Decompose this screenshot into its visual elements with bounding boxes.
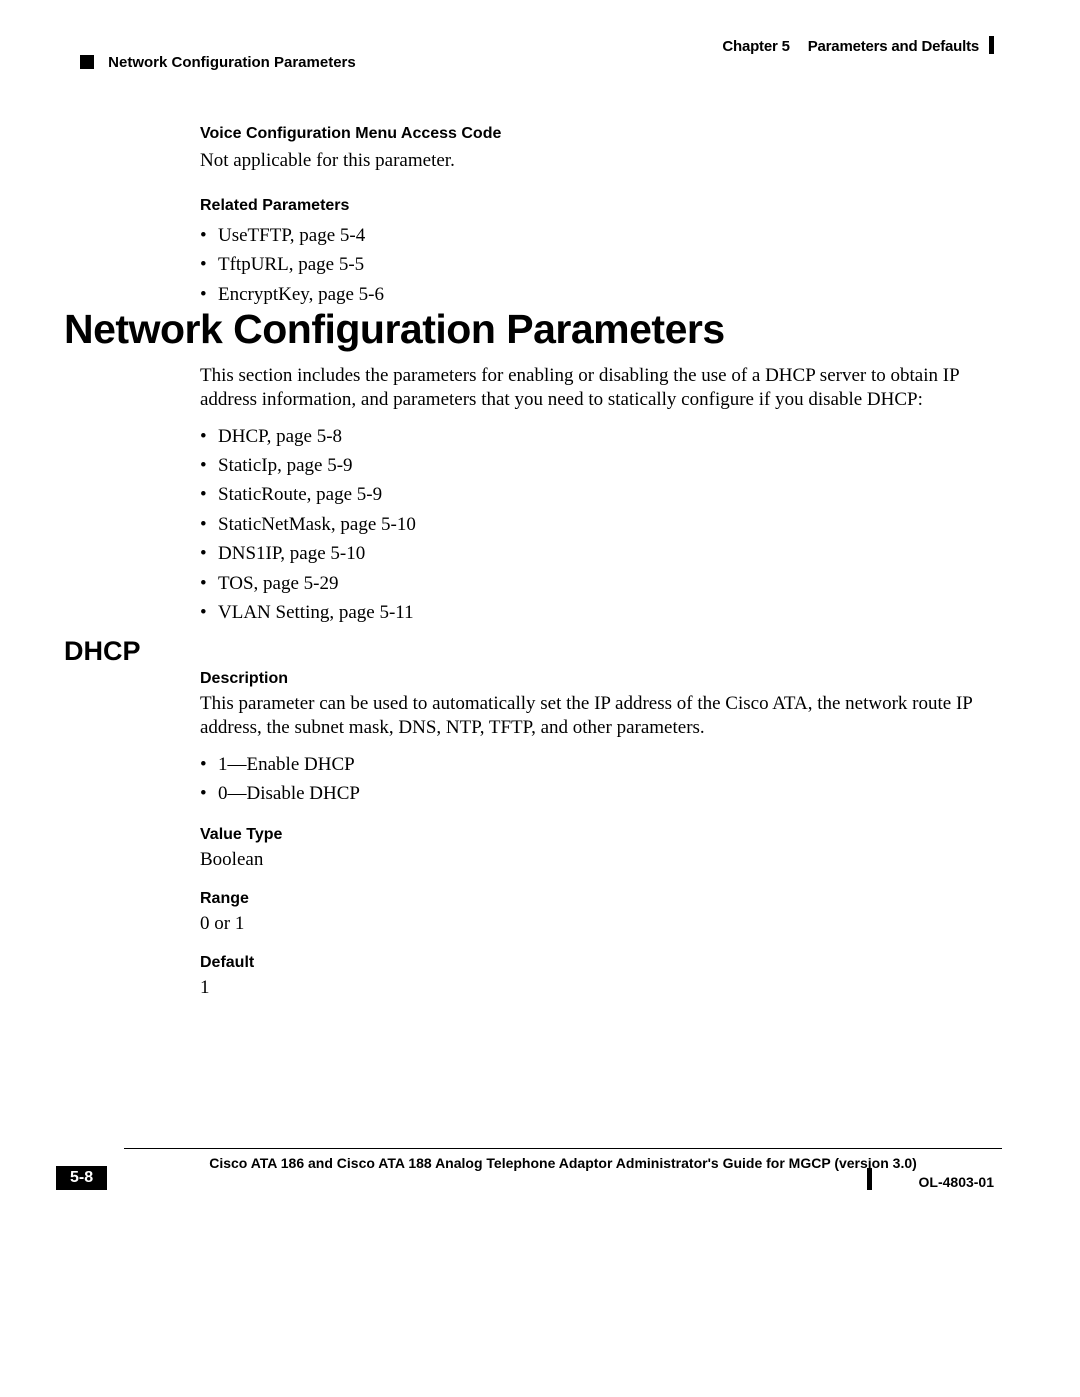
- list-item: StaticNetMask, page 5-10: [218, 510, 1002, 539]
- chapter-title: Parameters and Defaults: [808, 38, 979, 55]
- list-item: 1—Enable DHCP: [218, 750, 1002, 779]
- description-label: Description: [200, 670, 1002, 688]
- default-label: Default: [200, 954, 1002, 972]
- footer-bar-icon: [867, 1168, 872, 1190]
- list-item: 0—Disable DHCP: [218, 779, 1002, 808]
- range-label: Range: [200, 890, 1002, 908]
- header-left: Network Configuration Parameters: [80, 54, 356, 71]
- content-top: Voice Configuration Menu Access Code Not…: [200, 125, 1002, 323]
- list-item: TftpURL, page 5-5: [218, 250, 1002, 279]
- related-heading: Related Parameters: [200, 197, 1002, 215]
- list-item: UseTFTP, page 5-4: [218, 221, 1002, 250]
- dhcp-heading: DHCP: [64, 636, 141, 667]
- value-type-label: Value Type: [200, 826, 1002, 844]
- default-value: 1: [200, 976, 1002, 1000]
- footer-code: OL-4803-01: [919, 1174, 994, 1190]
- description-text: This parameter can be used to automatica…: [200, 692, 1002, 740]
- list-item: DNS1IP, page 5-10: [218, 539, 1002, 568]
- voice-access-text: Not applicable for this parameter.: [200, 149, 1002, 173]
- intro-list: DHCP, page 5-8 StaticIp, page 5-9 Static…: [200, 422, 1002, 628]
- header-right: Chapter 5 Parameters and Defaults: [722, 36, 994, 55]
- value-type: Boolean: [200, 848, 1002, 872]
- list-item: StaticRoute, page 5-9: [218, 480, 1002, 509]
- square-icon: [80, 55, 94, 69]
- dhcp-block: Description This parameter can be used t…: [200, 670, 1002, 1018]
- dhcp-options-list: 1—Enable DHCP 0—Disable DHCP: [200, 750, 1002, 809]
- page-number-badge: 5-8: [56, 1166, 107, 1190]
- voice-access-heading: Voice Configuration Menu Access Code: [200, 125, 1002, 143]
- list-item: DHCP, page 5-8: [218, 422, 1002, 451]
- list-item: TOS, page 5-29: [218, 569, 1002, 598]
- list-item: VLAN Setting, page 5-11: [218, 598, 1002, 627]
- running-section: Network Configuration Parameters: [108, 54, 356, 71]
- intro-text: This section includes the parameters for…: [200, 364, 1002, 412]
- main-heading: Network Configuration Parameters: [64, 306, 725, 353]
- list-item: StaticIp, page 5-9: [218, 451, 1002, 480]
- range-value: 0 or 1: [200, 912, 1002, 936]
- list-item: EncryptKey, page 5-6: [218, 280, 1002, 309]
- footer-rule: [124, 1148, 1002, 1149]
- header-bar-icon: [989, 36, 994, 54]
- related-list: UseTFTP, page 5-4 TftpURL, page 5-5 Encr…: [200, 221, 1002, 309]
- chapter-label: Chapter 5: [722, 38, 789, 55]
- intro-block: This section includes the parameters for…: [200, 364, 1002, 642]
